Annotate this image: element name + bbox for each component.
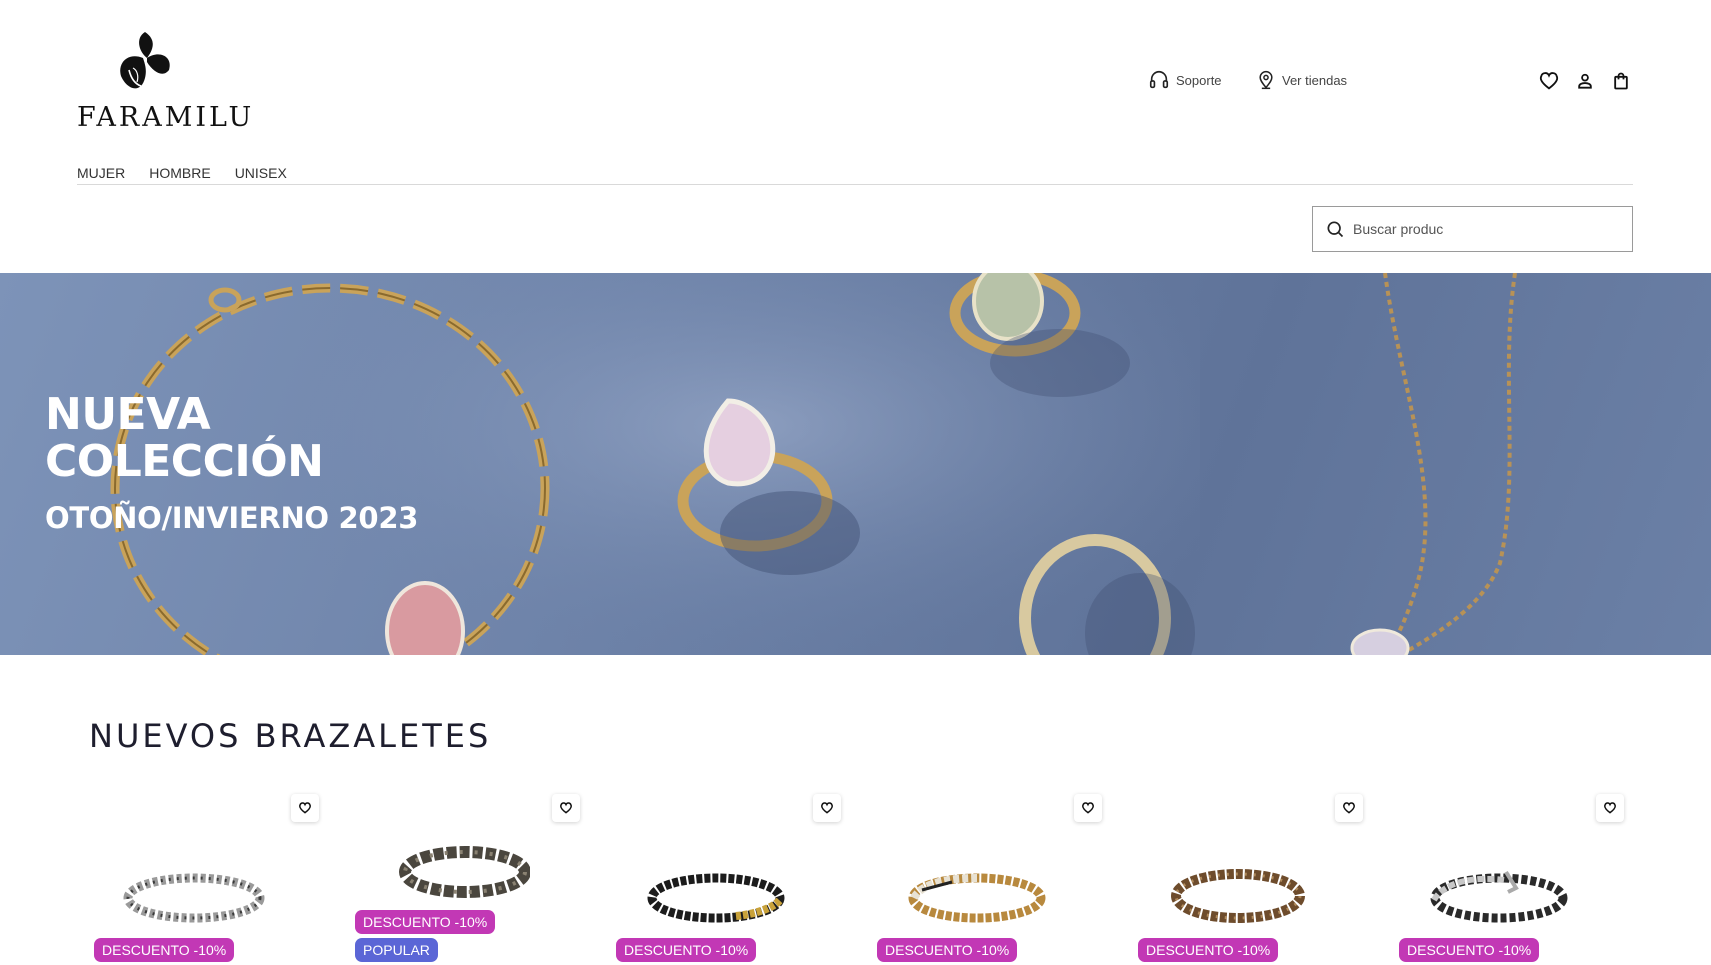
wishlist-button[interactable]	[1537, 69, 1561, 93]
discount-badge: DESCUENTO -10%	[877, 938, 1018, 962]
section-title: NUEVOS BRAZALETES	[89, 717, 492, 755]
product-card[interactable]: DESCUENTO -10%	[872, 790, 1102, 965]
badge-group: DESCUENTO -10% POPULAR	[355, 910, 496, 962]
hero-title-line-1: NUEVA	[45, 389, 211, 440]
nav-item-unisex[interactable]: UNISEX	[235, 165, 287, 181]
heart-icon	[821, 802, 833, 814]
discount-badge: DESCUENTO -10%	[616, 938, 757, 962]
add-to-wishlist-button[interactable]	[291, 794, 319, 822]
badge-group: DESCUENTO -10%	[1138, 938, 1279, 962]
bracelet-image	[1430, 870, 1568, 923]
butterfly-woman-logo-icon	[120, 32, 170, 89]
search-box[interactable]	[1312, 206, 1633, 252]
add-to-wishlist-button[interactable]	[552, 794, 580, 822]
store-locator-label: Ver tiendas	[1282, 72, 1348, 88]
nav-item-hombre[interactable]: HOMBRE	[149, 165, 210, 181]
hero-title-line-2: COLECCIÓN	[45, 436, 324, 487]
bracelet-image	[908, 873, 1046, 923]
cart-button[interactable]	[1609, 69, 1633, 93]
product-card[interactable]: DESCUENTO -10%	[611, 790, 841, 965]
hero-subtitle: OTOÑO/INVIERNO 2023	[45, 501, 419, 535]
product-card[interactable]: DESCUENTO -10%	[89, 790, 319, 965]
badge-group: DESCUENTO -10%	[1399, 938, 1540, 962]
heart-icon	[1343, 802, 1355, 814]
badge-group: DESCUENTO -10%	[877, 938, 1018, 962]
hero-banner[interactable]: NUEVA COLECCIÓN OTOÑO/INVIERNO 2023	[0, 273, 1711, 655]
add-to-wishlist-button[interactable]	[1074, 794, 1102, 822]
bracelet-image	[399, 846, 530, 898]
popular-badge: POPULAR	[355, 938, 438, 962]
nav-divider	[77, 184, 1633, 185]
user-icon	[1578, 73, 1592, 89]
support-label: Soporte	[1176, 72, 1222, 88]
discount-badge: DESCUENTO -10%	[94, 938, 235, 962]
heart-icon	[1604, 802, 1616, 814]
discount-badge: DESCUENTO -10%	[355, 910, 496, 934]
store-locator-link[interactable]: Ver tiendas	[1256, 69, 1347, 91]
heart-icon	[1539, 72, 1559, 90]
headset-icon	[1149, 70, 1169, 89]
heart-icon	[560, 802, 572, 814]
product-card[interactable]: DESCUENTO -10% POPULAR	[350, 790, 580, 965]
brand-logo[interactable]: FARAMILU	[77, 28, 251, 136]
discount-badge: DESCUENTO -10%	[1138, 938, 1279, 962]
support-link[interactable]: Soporte	[1148, 69, 1222, 91]
brand-name: FARAMILU	[77, 102, 255, 133]
search-icon	[1327, 221, 1344, 238]
product-card[interactable]: DESCUENTO -10%	[1133, 790, 1363, 965]
badge-group: DESCUENTO -10%	[616, 938, 757, 962]
bracelet-image	[1171, 869, 1305, 923]
heart-icon	[1082, 802, 1094, 814]
hero-text: NUEVA COLECCIÓN OTOÑO/INVIERNO 2023	[45, 391, 418, 535]
bracelet-image	[123, 873, 265, 923]
bracelet-image	[647, 873, 785, 923]
add-to-wishlist-button[interactable]	[1596, 794, 1624, 822]
badge-group: DESCUENTO -10%	[94, 938, 235, 962]
shopping-bag-icon	[1614, 72, 1628, 90]
add-to-wishlist-button[interactable]	[1335, 794, 1363, 822]
add-to-wishlist-button[interactable]	[813, 794, 841, 822]
main-navigation: MUJER HOMBRE UNISEX	[77, 165, 287, 181]
account-button[interactable]	[1573, 69, 1597, 93]
nav-item-mujer[interactable]: MUJER	[77, 165, 125, 181]
product-card[interactable]: DESCUENTO -10%	[1394, 790, 1624, 965]
product-carousel: DESCUENTO -10% DESCUENTO -10% POPULAR DE…	[89, 790, 1629, 965]
map-pin-icon	[1259, 70, 1273, 90]
heart-icon	[299, 802, 311, 814]
discount-badge: DESCUENTO -10%	[1399, 938, 1540, 962]
search-input[interactable]	[1353, 221, 1613, 237]
